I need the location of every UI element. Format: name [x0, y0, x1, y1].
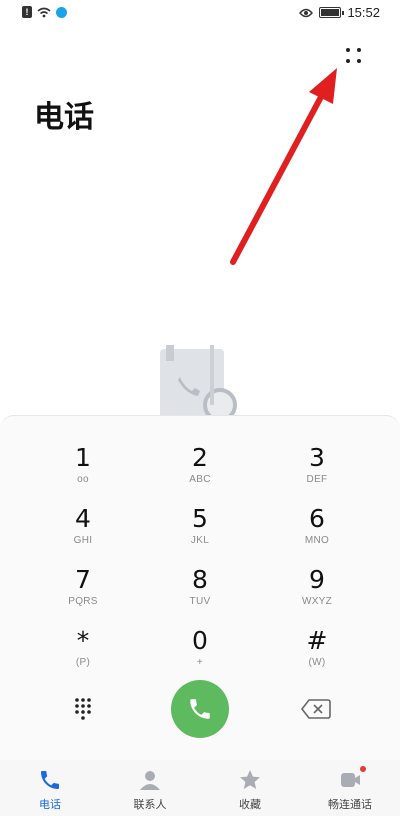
- key-5[interactable]: 5 JKL: [150, 505, 250, 563]
- eye-icon: [299, 8, 314, 17]
- key-digit: 2: [192, 443, 208, 472]
- more-dots-icon: [346, 48, 350, 52]
- status-bar: ! 15:52: [0, 0, 400, 26]
- nav-label: 联系人: [133, 798, 167, 811]
- key-2[interactable]: 2 ABC: [150, 444, 250, 502]
- key-letters: DEF: [306, 474, 328, 485]
- key-0[interactable]: 0 +: [150, 627, 250, 685]
- nav-label: 电话: [39, 798, 61, 811]
- page-title: 电话: [34, 100, 94, 135]
- nav-tab-meetime[interactable]: 畅连通话: [300, 760, 400, 816]
- bottom-nav: 电话 联系人 收藏 畅连通话: [0, 760, 400, 816]
- key-6[interactable]: 6 MNO: [267, 505, 367, 563]
- key-8[interactable]: 8 TUV: [150, 566, 250, 624]
- nav-tab-phone[interactable]: 电话: [0, 760, 100, 816]
- key-digit: 5: [192, 504, 208, 533]
- battery-icon: [319, 7, 345, 18]
- status-left-icons: !: [22, 6, 67, 18]
- key-letters: JKL: [190, 535, 210, 546]
- status-time: 15:52: [347, 5, 380, 20]
- key-digit: #: [306, 626, 328, 655]
- dialpad: 1 oo 2 ABC 3 DEF 4 GHI 5 JKL 6 MNO 7 PQR…: [0, 415, 400, 760]
- empty-contacts-illustration: [160, 345, 237, 425]
- key-hash[interactable]: # (W): [267, 627, 367, 685]
- key-letters: MNO: [304, 535, 330, 546]
- voicemail-icon: oo: [77, 474, 89, 485]
- key-letters: TUV: [189, 596, 211, 607]
- key-digit: *: [76, 626, 90, 655]
- key-digit: 6: [309, 504, 325, 533]
- nav-label: 收藏: [239, 798, 261, 811]
- key-1[interactable]: 1 oo: [33, 444, 133, 502]
- key-digit: 8: [192, 565, 208, 594]
- nav-label: 畅连通话: [328, 798, 372, 811]
- alert-icon: !: [22, 6, 32, 18]
- phone-call-icon: [190, 699, 210, 719]
- key-letters: +: [196, 657, 204, 668]
- key-3[interactable]: 3 DEF: [267, 444, 367, 502]
- phone-icon: [41, 771, 59, 789]
- meetime-icon: [341, 773, 360, 787]
- notification-dot: [360, 766, 366, 772]
- dialpad-toggle-icon[interactable]: [66, 694, 100, 724]
- contacts-icon: [140, 771, 160, 790]
- key-letters: ABC: [189, 474, 211, 485]
- call-button[interactable]: [171, 680, 229, 738]
- key-letters: PQRS: [68, 596, 98, 607]
- key-digit: 3: [309, 443, 325, 472]
- key-7[interactable]: 7 PQRS: [33, 566, 133, 624]
- key-letters: (W): [308, 657, 326, 668]
- key-digit: 9: [309, 565, 325, 594]
- key-letters: WXYZ: [301, 596, 333, 607]
- star-icon: [240, 770, 260, 789]
- key-digit: 0: [192, 626, 208, 655]
- app-notification-icon: [56, 6, 67, 18]
- nav-tab-contacts[interactable]: 联系人: [100, 760, 200, 816]
- key-digit: 4: [75, 504, 91, 533]
- nav-tab-favorites[interactable]: 收藏: [200, 760, 300, 816]
- key-letters: GHI: [73, 535, 93, 546]
- backspace-icon[interactable]: [300, 698, 332, 720]
- key-digit: 1: [75, 443, 91, 472]
- key-9[interactable]: 9 WXYZ: [267, 566, 367, 624]
- more-options-button[interactable]: [338, 40, 370, 72]
- status-right: 15:52: [299, 5, 380, 20]
- wifi-icon: [37, 7, 51, 17]
- key-4[interactable]: 4 GHI: [33, 505, 133, 563]
- key-digit: 7: [75, 565, 91, 594]
- key-letters: (P): [75, 657, 91, 668]
- key-star[interactable]: * (P): [33, 627, 133, 685]
